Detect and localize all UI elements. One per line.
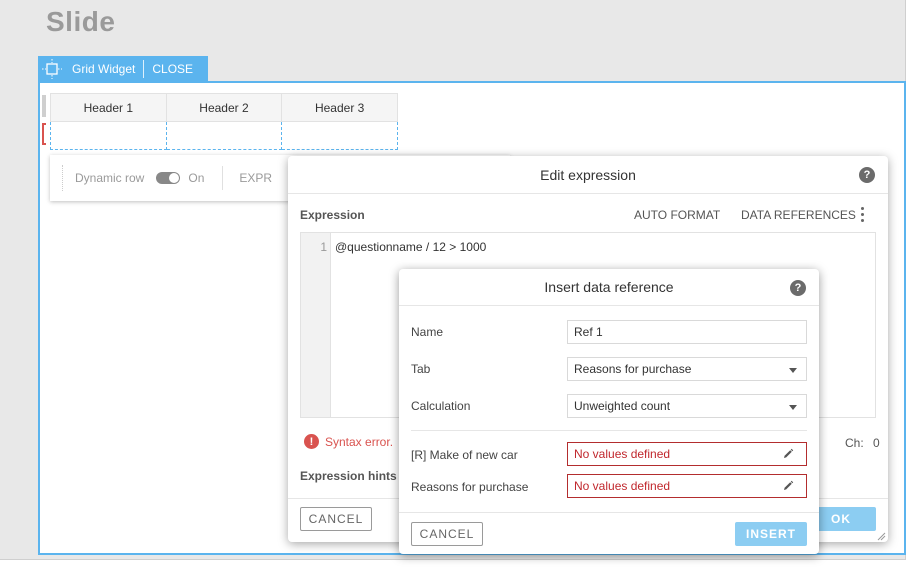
reference-values-text: No values defined <box>574 479 671 493</box>
toggle-state-label: On <box>188 171 205 185</box>
drag-handle[interactable] <box>62 165 63 191</box>
dialog-title: Insert data reference <box>544 279 674 295</box>
widget-name: Grid Widget <box>72 62 136 76</box>
widget-tab: Grid Widget CLOSE <box>38 56 208 82</box>
calculation-label: Calculation <box>411 399 471 413</box>
expr-button[interactable]: EXPR <box>239 171 272 185</box>
expression-hints-label[interactable]: Expression hints <box>300 469 397 483</box>
resize-grip-icon[interactable] <box>876 530 886 541</box>
tab-select[interactable]: Reasons for purchase <box>567 357 807 381</box>
line-gutter <box>301 233 331 417</box>
tab-separator <box>143 60 145 78</box>
dialog-title-bar: Edit expression ? <box>288 156 888 194</box>
reference-row-label: Reasons for purchase <box>411 480 529 494</box>
reference-values-field[interactable]: No values defined <box>567 442 807 466</box>
more-options-icon[interactable] <box>861 207 865 223</box>
header-cell-3[interactable]: Header 3 <box>281 93 398 122</box>
close-widget-button[interactable]: CLOSE <box>152 62 193 76</box>
reference-values-text: No values defined <box>574 447 671 461</box>
reference-row-label: [R] Make of new car <box>411 448 518 462</box>
calculation-selected-value: Unweighted count <box>574 399 671 413</box>
data-references-button[interactable]: DATA REFERENCES <box>741 208 856 222</box>
table-row <box>50 121 398 150</box>
cancel-button[interactable]: CANCEL <box>300 507 372 531</box>
tab-label: Tab <box>411 362 431 376</box>
char-count-value: 0 <box>873 436 880 450</box>
insert-data-reference-dialog: Insert data reference ? Name Ref 1 Tab R… <box>399 269 819 554</box>
dialog-title: Edit expression <box>540 166 636 183</box>
header-cell-2[interactable]: Header 2 <box>165 93 283 122</box>
dynamic-row-label: Dynamic row <box>75 171 145 185</box>
grid-cell[interactable] <box>165 121 283 150</box>
grid-table: Header 1 Header 2 Header 3 <box>50 93 398 150</box>
help-icon[interactable]: ? <box>859 167 875 183</box>
line-number: 1 <box>320 240 327 254</box>
expression-code[interactable]: @questionname / 12 > 1000 <box>335 240 486 254</box>
tab-selected-value: Reasons for purchase <box>574 362 692 376</box>
auto-format-button[interactable]: AUTO FORMAT <box>634 208 720 222</box>
chevron-down-icon <box>789 368 797 373</box>
row-handle-header[interactable] <box>42 95 46 117</box>
char-count: Ch: 0 <box>845 436 880 450</box>
error-icon: ! <box>304 434 319 449</box>
chevron-down-icon <box>789 405 797 410</box>
pencil-icon[interactable] <box>782 448 794 460</box>
expression-label: Expression <box>300 208 365 222</box>
grid-cell[interactable] <box>50 121 167 150</box>
name-input[interactable]: Ref 1 <box>567 320 807 344</box>
calculation-select[interactable]: Unweighted count <box>567 394 807 418</box>
header-cell-1[interactable]: Header 1 <box>50 93 167 122</box>
grid-widget-icon[interactable] <box>42 59 62 79</box>
syntax-error-text: Syntax error. <box>325 434 394 449</box>
toolbar-divider <box>222 166 224 190</box>
dynamic-row-toggle[interactable] <box>156 172 181 184</box>
help-icon[interactable]: ? <box>790 280 806 296</box>
insert-button[interactable]: INSERT <box>735 522 807 546</box>
char-count-label: Ch: <box>845 436 864 450</box>
reference-values-field[interactable]: No values defined <box>567 474 807 498</box>
slide-title: Slide <box>46 6 116 37</box>
dialog-footer-divider <box>399 512 819 513</box>
grid-cell[interactable] <box>281 121 398 150</box>
row-handle-selected[interactable] <box>42 123 46 145</box>
pencil-icon[interactable] <box>782 480 794 492</box>
section-divider <box>411 430 807 431</box>
cancel-button[interactable]: CANCEL <box>411 522 483 546</box>
name-label: Name <box>411 325 444 339</box>
dialog-title-bar: Insert data reference ? <box>399 269 819 306</box>
name-value: Ref 1 <box>574 325 603 339</box>
header-row: Header 1 Header 2 Header 3 <box>50 93 398 122</box>
syntax-error-message: ! Syntax error. <box>304 434 393 449</box>
